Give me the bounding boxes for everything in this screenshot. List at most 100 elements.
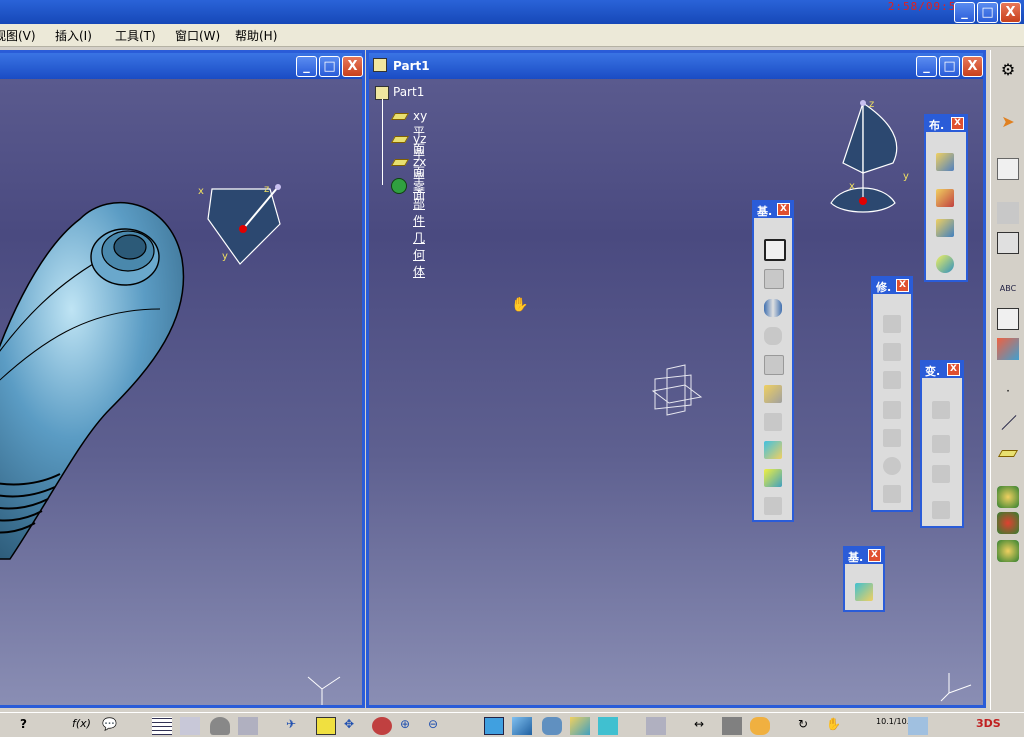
slot-button[interactable] [760, 410, 786, 434]
scale-readout[interactable]: 10.1/10.0 [876, 717, 914, 735]
part1-compass[interactable]: z y x [823, 93, 913, 223]
pan-icon[interactable]: ✥ [344, 717, 364, 735]
insert-body-icon[interactable] [997, 512, 1019, 534]
shaft-button[interactable] [760, 296, 786, 320]
abc-text-icon[interactable]: ABC [997, 278, 1019, 300]
shell-button[interactable] [879, 398, 905, 422]
chamfer-button[interactable] [879, 340, 905, 364]
toolbar-close-button[interactable]: X [896, 279, 909, 292]
zoom-out-icon[interactable]: ⊖ [428, 717, 448, 735]
left-window-maximize-button[interactable]: □ [319, 56, 340, 77]
groove-button[interactable] [760, 324, 786, 348]
formula-button[interactable]: f(x) [72, 717, 92, 735]
normal-view-icon[interactable] [484, 717, 504, 735]
hole-button[interactable] [760, 352, 786, 376]
toolbar-dress-up[interactable]: 修. X [871, 276, 913, 512]
toolbar-close-button[interactable]: X [868, 549, 881, 562]
isometric-view-icon[interactable] [512, 717, 532, 735]
thickness-button[interactable] [879, 426, 905, 450]
toolbar-sketch-based[interactable]: 基. X [752, 200, 794, 522]
plane-icon[interactable] [997, 442, 1019, 464]
list-icon[interactable] [238, 717, 258, 735]
app-minimize-button[interactable]: _ [954, 2, 975, 23]
apply-material-icon[interactable] [722, 717, 742, 735]
toolbar-close-button[interactable]: X [947, 363, 960, 376]
svg-text:z: z [264, 184, 269, 195]
mirror-button[interactable] [928, 432, 954, 456]
fit-all-icon[interactable] [316, 717, 336, 735]
inertia-icon[interactable] [750, 717, 770, 735]
app-maximize-button[interactable]: □ [977, 2, 998, 23]
shading-icon[interactable] [542, 717, 562, 735]
sketcher-icon[interactable] [997, 158, 1019, 180]
measure-between-icon[interactable]: ↔ [694, 717, 714, 735]
rib-button[interactable] [760, 382, 786, 406]
part1-close-button[interactable]: X [962, 56, 983, 77]
multi-section-button[interactable] [760, 438, 786, 462]
thickness-icon [883, 429, 901, 447]
menu-view[interactable]: 视图(V) [0, 27, 36, 44]
catalog-icon[interactable] [646, 717, 666, 735]
draft-button[interactable] [879, 368, 905, 392]
pad-button[interactable] [760, 236, 786, 261]
left-window-minimize-button[interactable]: _ [296, 56, 317, 77]
table-icon[interactable] [152, 717, 172, 735]
rotate-icon[interactable] [372, 717, 392, 735]
toolbar-transformation[interactable]: 变. X [920, 360, 964, 528]
origin-planes-icon[interactable] [645, 361, 709, 425]
update-icon[interactable]: ↻ [798, 717, 818, 735]
frame-icon[interactable] [997, 232, 1019, 254]
left-window-close-button[interactable]: X [342, 56, 363, 77]
remove-face-button[interactable] [879, 482, 905, 506]
help-icon[interactable]: ? [20, 717, 40, 735]
split-button[interactable] [851, 580, 877, 604]
scaling-button[interactable] [928, 498, 954, 522]
bottle-model[interactable]: x z y [0, 79, 362, 705]
part1-window-title-bar: Part1 _ □ X [369, 53, 983, 79]
part1-minimize-button[interactable]: _ [916, 56, 937, 77]
part1-maximize-button[interactable]: □ [939, 56, 960, 77]
part-body-icon[interactable] [997, 486, 1019, 508]
layout-tool-4-button[interactable] [932, 252, 958, 276]
boolean-icon[interactable] [997, 540, 1019, 562]
measure-icon[interactable] [997, 338, 1019, 360]
gear-icon[interactable]: ⚙ [997, 60, 1019, 82]
swap-visible-icon[interactable] [598, 717, 618, 735]
menu-window[interactable]: 窗口(W) [175, 27, 220, 44]
hand-icon[interactable]: ✋ [826, 717, 846, 735]
hide-show-icon[interactable] [570, 717, 590, 735]
menu-tools[interactable]: 工具(T) [115, 27, 156, 44]
fly-icon[interactable]: ✈ [286, 717, 306, 735]
comment-icon[interactable]: 💬 [102, 717, 122, 735]
plane-tool-icon[interactable] [997, 202, 1019, 224]
left-compass[interactable]: x z y [198, 184, 281, 265]
toolbar-surface-based[interactable]: 基. X [843, 546, 885, 612]
line-icon[interactable] [997, 412, 1019, 434]
layout-tool-3-button[interactable] [932, 216, 958, 240]
toolbar-close-button[interactable]: X [951, 117, 964, 130]
layout-tool-2-button[interactable] [932, 186, 958, 210]
menu-insert[interactable]: 插入(I) [55, 27, 92, 44]
translation-button[interactable] [928, 398, 954, 422]
menu-help[interactable]: 帮助(H) [235, 27, 277, 44]
select-arrow-icon[interactable]: ➤ [997, 112, 1019, 134]
app-close-button[interactable]: X [1000, 2, 1021, 23]
zoom-in-icon[interactable]: ⊕ [400, 717, 420, 735]
pocket-button[interactable] [760, 266, 786, 290]
toolbar-close-button[interactable]: X [777, 203, 790, 216]
stiffener-button[interactable] [760, 466, 786, 490]
annotation-icon[interactable] [997, 308, 1019, 330]
svg-text:x: x [198, 186, 204, 197]
tree-structure-icon[interactable] [180, 717, 200, 735]
lock-icon[interactable] [210, 717, 230, 735]
pattern-button[interactable] [928, 462, 954, 486]
options-icon[interactable] [908, 717, 928, 735]
thread-button[interactable] [879, 454, 905, 478]
fillet-button[interactable] [879, 312, 905, 336]
toolbar-layout[interactable]: 布. X [924, 114, 968, 282]
left-3d-viewport[interactable]: x z y [0, 79, 362, 705]
toolbar-title-text: 布. [929, 119, 945, 132]
solid-combine-button[interactable] [760, 494, 786, 518]
layout-tool-1-button[interactable] [932, 150, 958, 174]
point-icon[interactable]: · [997, 384, 1019, 406]
